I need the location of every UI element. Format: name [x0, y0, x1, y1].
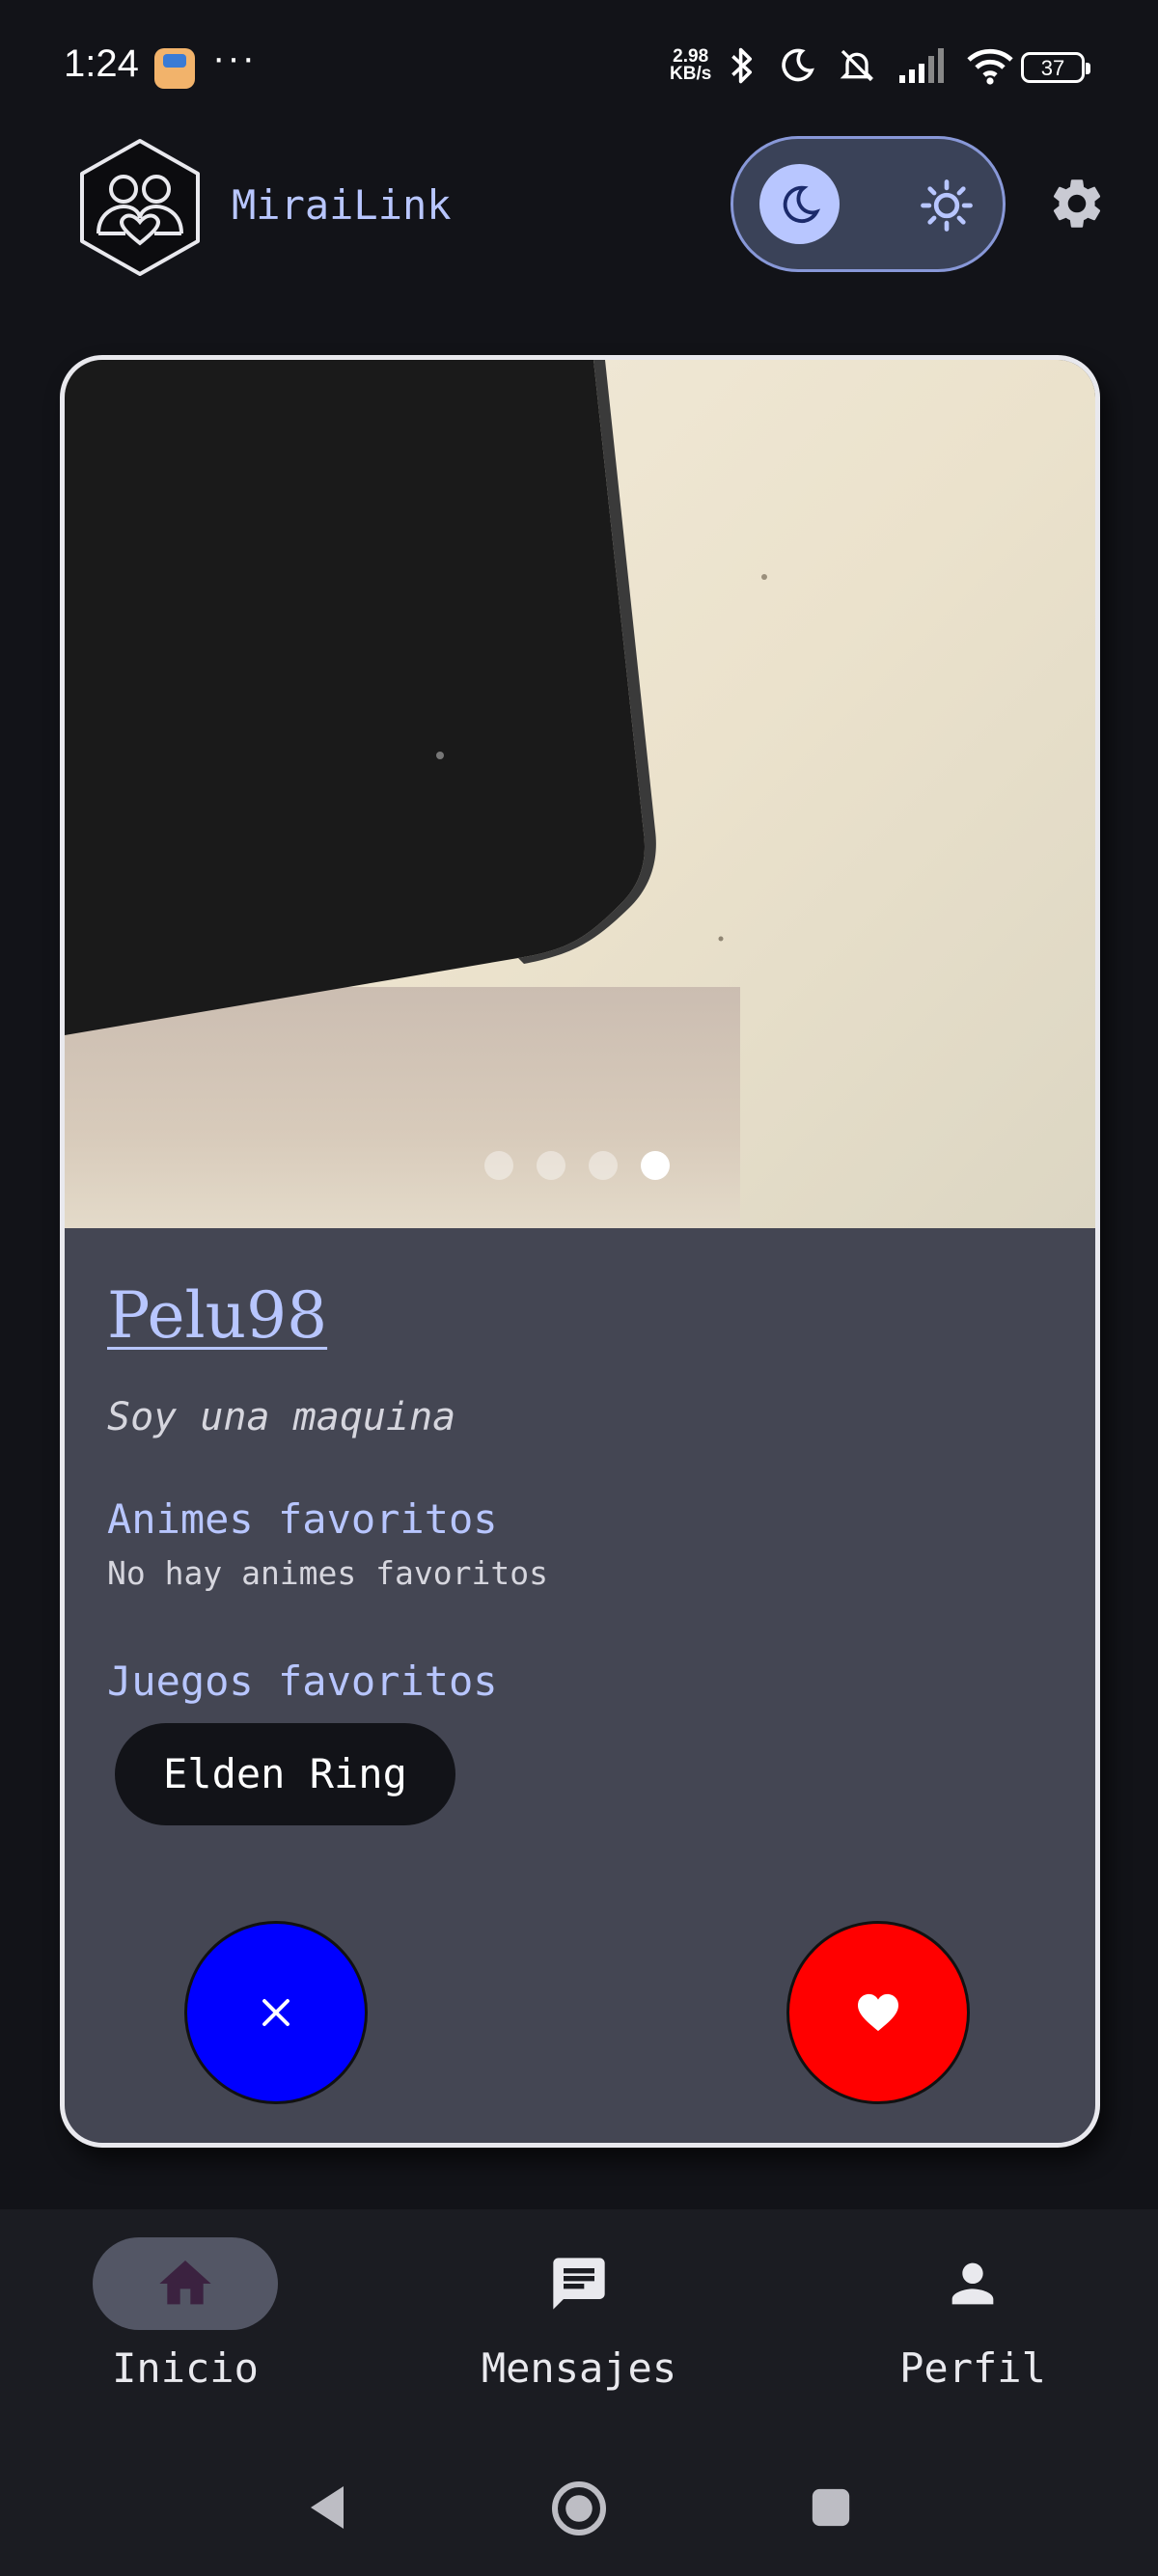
bottom-navigation: Inicio Mensajes Perfil: [0, 2209, 1158, 2431]
photo-indicator[interactable]: [484, 1151, 670, 1180]
like-button[interactable]: [786, 1921, 970, 2104]
photo-dot[interactable]: [537, 1151, 565, 1180]
photo-dot-active[interactable]: [641, 1151, 670, 1180]
nav-label-perfil[interactable]: Perfil: [828, 2344, 1117, 2392]
home-icon[interactable]: [154, 2253, 216, 2315]
app-logo: [80, 139, 200, 276]
nav-label-inicio[interactable]: Inicio: [41, 2344, 330, 2392]
animes-empty-text: No hay animes favoritos: [107, 1554, 548, 1592]
profile-bio: Soy una maquina: [107, 1395, 456, 1439]
back-icon[interactable]: [305, 2481, 351, 2534]
theme-toggle[interactable]: [731, 136, 1006, 272]
home-circle-icon[interactable]: [550, 2480, 608, 2537]
status-bar: 1:24 ··· 2.98 KB/s 37: [0, 0, 1158, 135]
photo-dot[interactable]: [484, 1151, 513, 1180]
dislike-button[interactable]: [184, 1921, 368, 2104]
system-navigation-bar: [0, 2431, 1158, 2576]
heart-icon: [858, 1993, 898, 2032]
notification-overflow: ···: [212, 37, 257, 79]
status-icons: [726, 44, 1013, 87]
moon-icon: [783, 185, 820, 223]
person-icon[interactable]: [942, 2253, 1004, 2315]
close-icon: [262, 1999, 290, 2026]
animes-section-title: Animes favoritos: [107, 1495, 498, 1543]
notification-app-icon: [154, 48, 195, 89]
signal-icon: [899, 48, 944, 83]
dark-mode-option[interactable]: [759, 164, 840, 244]
games-section-title: Juegos favoritos: [107, 1658, 498, 1705]
wifi-icon: [967, 48, 1013, 85]
network-speed-unit: KB/s: [670, 64, 712, 84]
recents-icon[interactable]: [809, 2485, 853, 2530]
game-chip: Elden Ring: [115, 1723, 455, 1825]
network-speed: 2.98 KB/s: [670, 47, 712, 84]
profile-photo[interactable]: [65, 360, 1095, 1228]
battery-icon: 37: [1021, 52, 1090, 83]
app-title: MiraiLink: [232, 181, 452, 229]
nav-label-mensajes[interactable]: Mensajes: [434, 2344, 724, 2392]
status-time: 1:24: [64, 42, 139, 85]
profile-username[interactable]: Pelu98: [107, 1278, 327, 1353]
moon-icon: [782, 48, 814, 82]
chat-icon[interactable]: [548, 2253, 610, 2315]
mute-icon: [840, 49, 874, 82]
settings-gear-icon[interactable]: [1047, 174, 1107, 233]
bluetooth-icon: [731, 47, 753, 84]
sun-icon[interactable]: [917, 176, 977, 235]
profile-card[interactable]: Pelu98 Soy una maquina Animes favoritos …: [60, 355, 1100, 2148]
photo-object: [65, 360, 767, 1035]
photo-dot[interactable]: [589, 1151, 618, 1180]
